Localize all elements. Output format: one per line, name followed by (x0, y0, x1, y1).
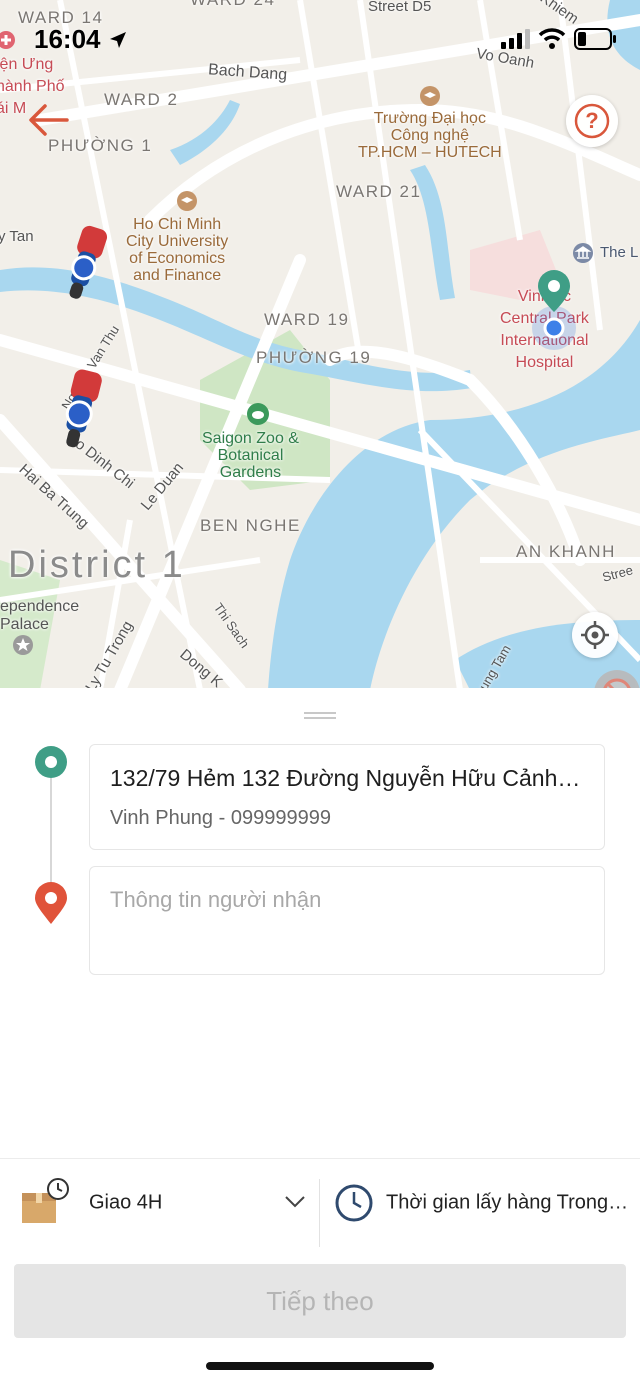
drag-handle[interactable] (304, 712, 336, 719)
map-label-ueh: Ho Chi Minh City University of Economics… (126, 216, 228, 284)
pickup-point-icon (35, 746, 67, 778)
back-arrow-icon (29, 104, 69, 136)
package-clock-icon (22, 1178, 69, 1223)
map-label-district1: District 1 (8, 544, 186, 586)
independence-line1: ependence (0, 598, 80, 615)
driver-motorbike-icon (69, 225, 108, 299)
map-label-the-l: The L (600, 244, 639, 261)
service-type-label: Giao 4H (89, 1191, 163, 1214)
help-button[interactable]: ? (566, 95, 618, 147)
pickup-time-label: Thời gian lấy hàng Trong 1 giờ (386, 1191, 630, 1214)
delivery-options-bar: Giao 4H Thời gian lấy hàng Trong 1 giờ (0, 1158, 640, 1247)
vinmec-line4: Hospital (515, 354, 574, 371)
pickup-time-select[interactable]: Thời gian lấy hàng Trong 1 giờ (320, 1159, 640, 1247)
map-label-ward2: WARD 2 (104, 90, 179, 109)
locate-me-button[interactable] (572, 612, 618, 658)
cellular-signal-icon (501, 29, 530, 49)
zoo-line2: Botanical (217, 447, 284, 464)
status-time: 16:04 (34, 24, 101, 54)
help-icon: ? (574, 103, 610, 139)
clock-icon (335, 1184, 373, 1222)
back-button[interactable] (20, 92, 76, 148)
hutech-line2: Công nghệ (390, 127, 469, 144)
ueh-line2: City University (126, 233, 229, 250)
ueh-line3: of Economics (129, 250, 226, 267)
map-label-phuong19: PHƯỜNG 19 (256, 348, 372, 367)
crosshair-icon (581, 621, 609, 649)
school-icon (420, 86, 440, 106)
hutech-line3: TP.HCM – HUTECH (358, 144, 502, 161)
battery-icon (574, 28, 616, 50)
map-label-ben-nghe: BEN NGHE (200, 516, 301, 535)
pickup-address: 132/79 Hẻm 132 Đường Nguyễn Hữu Cảnh, Ph… (110, 765, 582, 791)
ueh-line1: Ho Chi Minh (133, 216, 222, 233)
map-label-y-tan: y Tan (0, 228, 34, 245)
pickup-info-card[interactable]: 132/79 Hẻm 132 Đường Nguyễn Hữu Cảnh, Ph… (89, 744, 605, 850)
map-label-independence-palace: ependence Palace (0, 598, 79, 634)
recipient-placeholder: Thông tin người nhận (110, 887, 322, 912)
pickup-location-marker-icon (532, 270, 576, 350)
service-type-select[interactable]: Giao 4H (0, 1159, 318, 1247)
zoo-line1: Saigon Zoo & (202, 430, 299, 447)
driver-motorbike-icon (65, 369, 102, 448)
order-sheet: 132/79 Hẻm 132 Đường Nguyễn Hữu Cảnh, Ph… (0, 688, 640, 1385)
map-label-ward19: WARD 19 (264, 310, 350, 329)
museum-icon (573, 243, 593, 263)
map-label-ward21: WARD 21 (336, 182, 422, 201)
map-label-hutech: Trường Đại học Công nghệ TP.HCM – HUTECH (358, 110, 502, 161)
wifi-icon (538, 28, 566, 49)
dropoff-pin-icon (35, 882, 67, 924)
hutech-line1: Trường Đại học (373, 110, 486, 127)
route-connector-line (50, 778, 52, 898)
home-indicator (206, 1362, 434, 1370)
landmark-icon (13, 635, 33, 655)
map-label-an-khanh: AN KHANH (516, 542, 616, 561)
zoo-line3: Gardens (219, 464, 282, 481)
next-button[interactable]: Tiếp theo (14, 1264, 626, 1338)
pickup-contact: Vinh Phung - 099999999 (110, 807, 331, 829)
chevron-down-icon (285, 1196, 305, 1208)
zoo-icon (247, 403, 269, 425)
location-arrow-icon (110, 32, 126, 48)
map-view[interactable]: WARD 14 WARD 24 Street D5 Khiem Bach Dan… (0, 0, 640, 690)
status-bar: 16:04 (0, 0, 640, 80)
help-glyph: ? (585, 108, 598, 133)
university-icon (177, 191, 197, 211)
ueh-line4: and Finance (133, 267, 222, 284)
recipient-info-card[interactable]: Thông tin người nhận (89, 866, 605, 975)
independence-line2: Palace (0, 616, 49, 633)
map-label-saigon-zoo: Saigon Zoo & Botanical Gardens (202, 430, 299, 481)
